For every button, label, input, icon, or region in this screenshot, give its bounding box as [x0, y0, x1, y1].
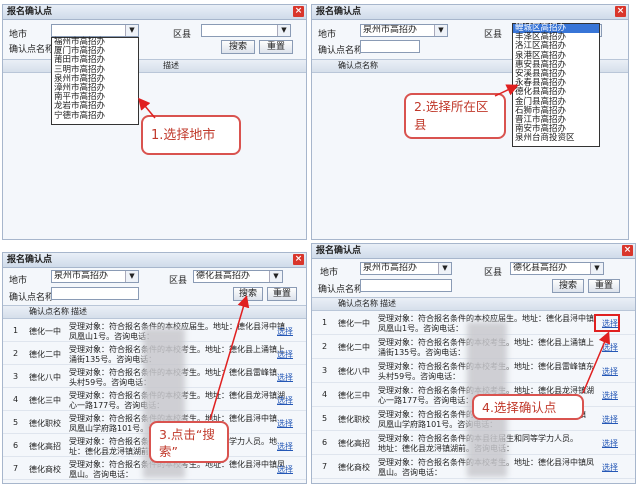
annotation-arrows: [138, 84, 611, 421]
arrow-step-1: [138, 97, 156, 119]
arrow-step-4: [582, 331, 611, 394]
arrow-step-2: [494, 84, 519, 97]
arrow-step-3: [209, 295, 250, 421]
